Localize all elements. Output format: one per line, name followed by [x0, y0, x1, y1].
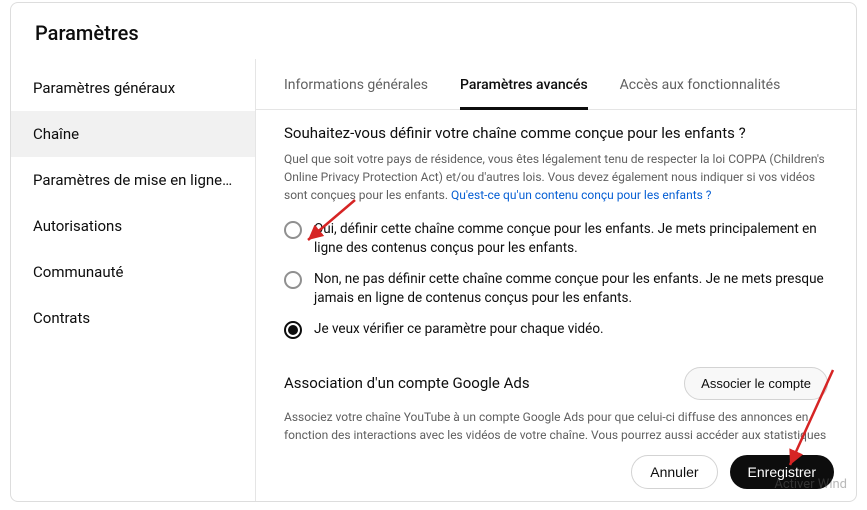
ads-section: Association d'un compte Google Ads Assoc…	[284, 367, 828, 443]
cancel-button[interactable]: Annuler	[631, 455, 717, 489]
ads-desc-text: Associez votre chaîne YouTube à un compt…	[284, 410, 826, 443]
ads-title: Association d'un compte Google Ads	[284, 374, 530, 392]
sidebar-item-permissions[interactable]: Autorisations	[11, 203, 255, 249]
radio-label: Oui, définir cette chaîne comme conçue p…	[314, 220, 828, 258]
dialog-footer: Annuler Enregistrer	[256, 443, 856, 501]
audience-title: Souhaitez-vous définir votre chaîne comm…	[284, 124, 828, 142]
radio-option-no[interactable]: Non, ne pas définir cette chaîne comme c…	[284, 264, 828, 314]
sidebar-item-channel[interactable]: Chaîne	[11, 111, 255, 157]
tab-feature-eligibility[interactable]: Accès aux fonctionnalités	[620, 59, 781, 110]
tab-advanced-settings[interactable]: Paramètres avancés	[460, 59, 588, 110]
save-button[interactable]: Enregistrer	[730, 455, 834, 489]
main-panel: Informations générales Paramètres avancé…	[256, 59, 856, 501]
tab-general-info[interactable]: Informations générales	[284, 59, 428, 110]
radio-label: Je veux vérifier ce paramètre pour chaqu…	[314, 320, 604, 339]
radio-icon	[284, 221, 302, 239]
ads-header: Association d'un compte Google Ads Assoc…	[284, 367, 828, 400]
dialog-title: Paramètres	[35, 21, 832, 45]
dialog-body: Paramètres généraux Chaîne Paramètres de…	[11, 59, 856, 501]
ads-desc: Associez votre chaîne YouTube à un compt…	[284, 408, 828, 443]
associate-account-button[interactable]: Associer le compte	[684, 367, 828, 400]
radio-icon	[284, 271, 302, 289]
sidebar-item-community[interactable]: Communauté	[11, 249, 255, 295]
radio-icon	[284, 321, 302, 339]
tabs: Informations générales Paramètres avancé…	[256, 59, 856, 110]
audience-desc-link[interactable]: Qu'est-ce qu'un contenu conçu pour les e…	[451, 188, 711, 202]
radio-option-yes[interactable]: Oui, définir cette chaîne comme conçue p…	[284, 214, 828, 264]
radio-label: Non, ne pas définir cette chaîne comme c…	[314, 270, 828, 308]
dialog-header: Paramètres	[11, 3, 856, 59]
settings-dialog: Paramètres Paramètres généraux Chaîne Pa…	[10, 2, 857, 502]
sidebar-item-agreements[interactable]: Contrats	[11, 295, 255, 341]
sidebar-item-general[interactable]: Paramètres généraux	[11, 65, 255, 111]
audience-desc: Quel que soit votre pays de résidence, v…	[284, 150, 828, 204]
radio-option-review[interactable]: Je veux vérifier ce paramètre pour chaqu…	[284, 314, 828, 345]
sidebar: Paramètres généraux Chaîne Paramètres de…	[11, 59, 256, 501]
tab-content: Souhaitez-vous définir votre chaîne comm…	[256, 110, 856, 443]
sidebar-item-upload-defaults[interactable]: Paramètres de mise en ligne …	[11, 157, 255, 203]
